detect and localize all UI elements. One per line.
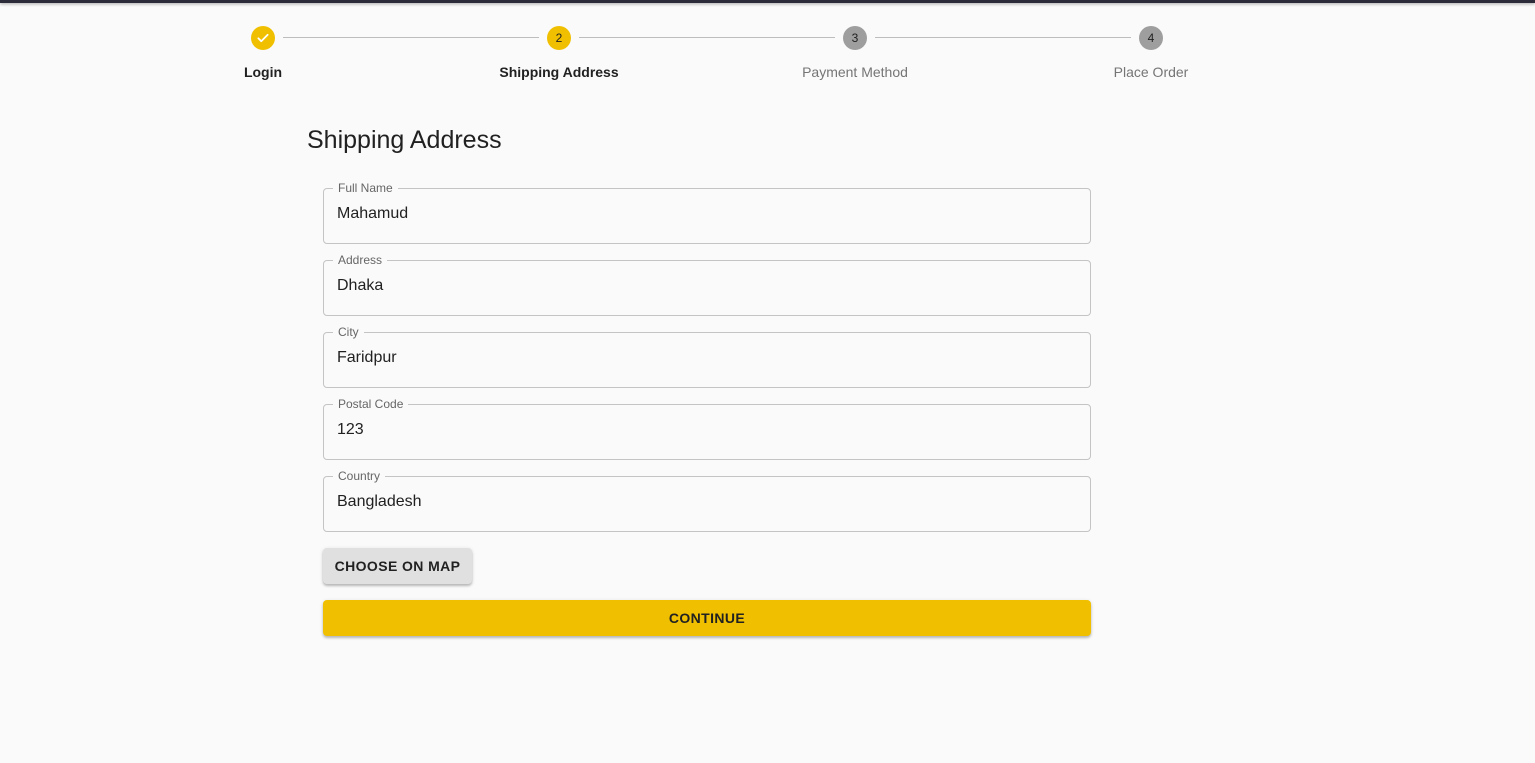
step-number-badge: 3 [843,26,867,50]
full-name-input[interactable] [337,205,1077,223]
country-input[interactable] [337,493,1077,511]
full-name-field[interactable]: Full Name [323,181,1091,244]
postal-code-field[interactable]: Postal Code [323,397,1091,460]
field-label: Postal Code [333,397,409,411]
city-input[interactable] [337,349,1077,367]
city-field[interactable]: City [323,325,1091,388]
country-field[interactable]: Country [323,469,1091,532]
choose-on-map-button[interactable]: CHOOSE ON MAP [323,548,472,584]
step-number-badge: 2 [547,26,571,50]
field-label: City [333,325,364,339]
step-shipping-address: 2 Shipping Address [463,26,655,80]
address-field[interactable]: Address [323,253,1091,316]
step-label: Place Order [1113,64,1189,80]
step-label: Payment Method [802,64,908,80]
step-place-order: 4 Place Order [1055,26,1247,80]
step-login: Login [167,26,359,80]
address-input[interactable] [337,277,1077,295]
page-title: Shipping Address [307,126,502,154]
step-number-badge: 4 [1139,26,1163,50]
field-label: Full Name [333,181,398,195]
step-label: Login [243,64,283,80]
checkout-stepper: Login 2 Shipping Address 3 Payment Metho… [167,26,1351,96]
step-payment-method: 3 Payment Method [759,26,951,80]
postal-code-input[interactable] [337,421,1077,439]
top-app-bar [0,0,1535,3]
field-label: Country [333,469,386,483]
step-label: Shipping Address [499,64,619,80]
continue-button[interactable]: CONTINUE [323,600,1091,636]
field-label: Address [333,253,388,267]
check-icon [251,26,275,50]
